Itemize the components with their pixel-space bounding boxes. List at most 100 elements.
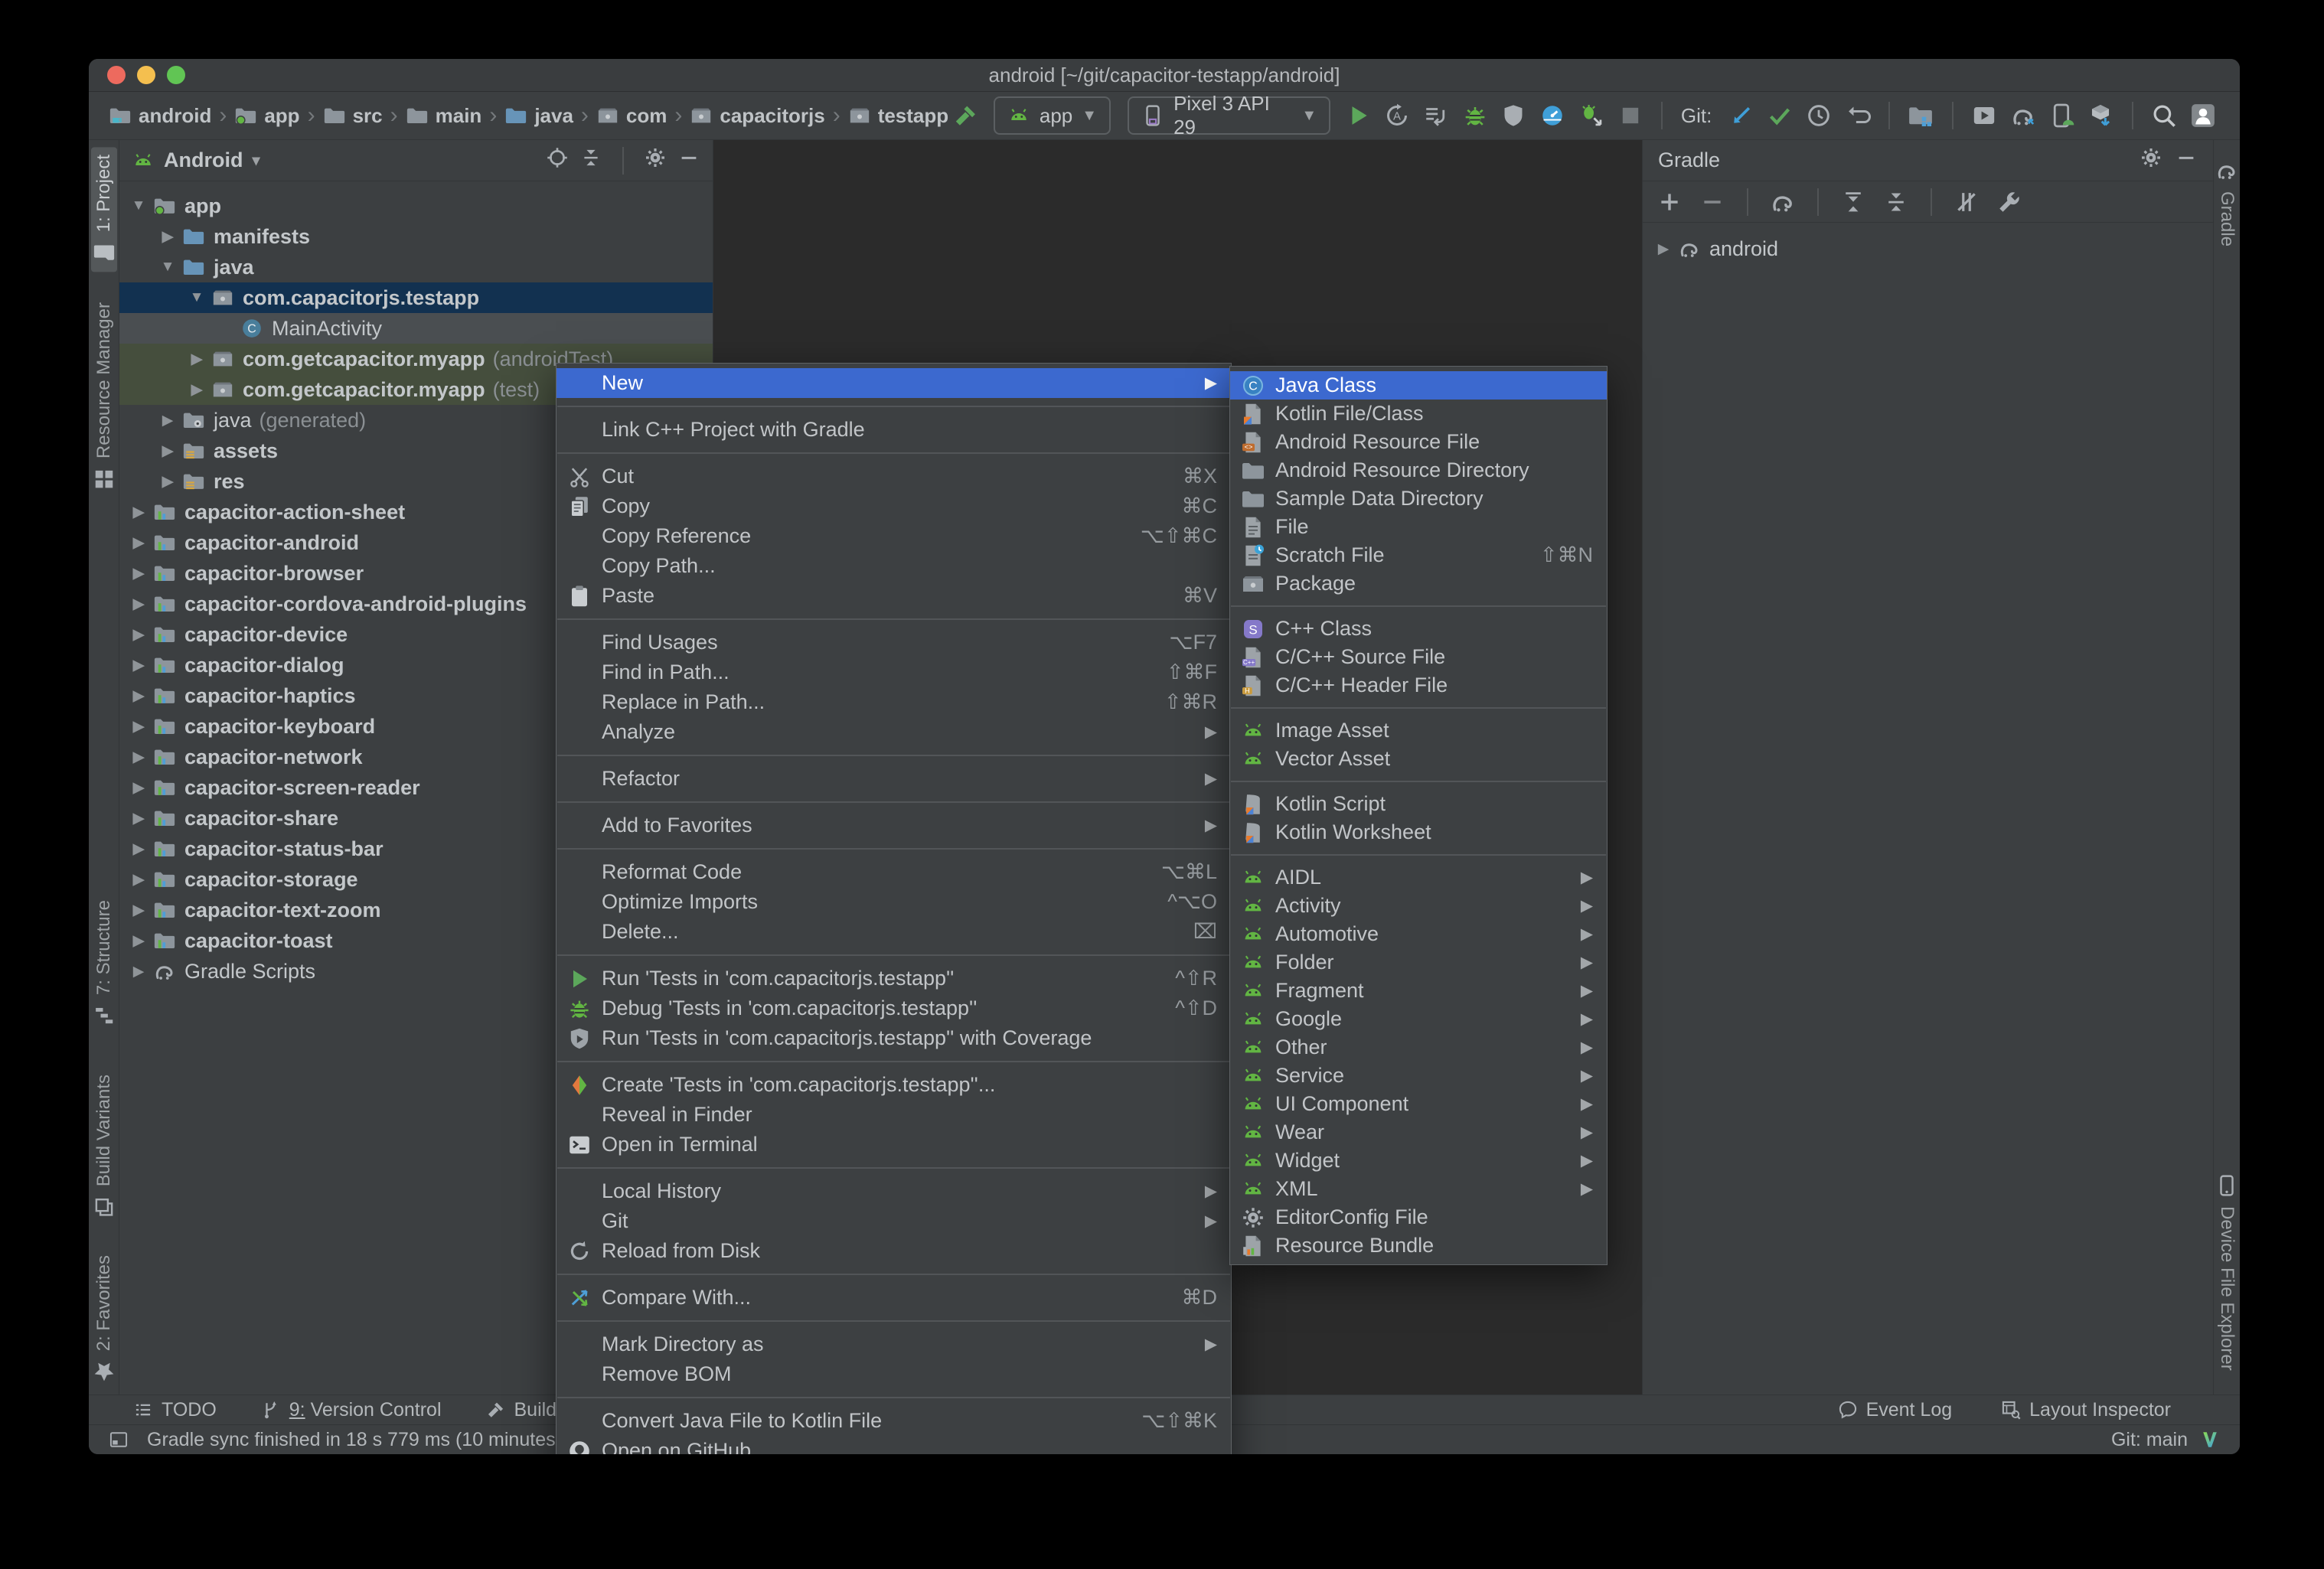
device-select[interactable]: Pixel 3 API 29 ▼ bbox=[1128, 92, 1331, 139]
panel-minimize-button[interactable] bbox=[677, 146, 700, 175]
gradle-minimize-button[interactable] bbox=[2175, 146, 2198, 175]
new-submenu-item-other[interactable]: Other ▶ bbox=[1230, 1033, 1607, 1062]
collapsed-arrow-icon[interactable]: ▶ bbox=[182, 381, 211, 399]
expanded-arrow-icon[interactable]: ▼ bbox=[124, 197, 153, 214]
context-menu-item-git[interactable]: Git ▶ bbox=[557, 1206, 1231, 1236]
tree-item-app[interactable]: ▼ app bbox=[119, 191, 713, 221]
gradle-gear-button[interactable] bbox=[2140, 146, 2162, 175]
new-submenu-item-sample-data-directory[interactable]: Sample Data Directory bbox=[1230, 484, 1607, 513]
tree-item-java[interactable]: ▼ java bbox=[119, 252, 713, 282]
title-bar[interactable]: android [~/git/capacitor-testapp/android… bbox=[89, 59, 2240, 92]
context-menu-item-find-usages[interactable]: Find Usages ⌥F7 bbox=[557, 628, 1231, 657]
new-submenu-item-image-asset[interactable]: Image Asset bbox=[1230, 716, 1607, 745]
context-menu-item-add-to-favorites[interactable]: Add to Favorites ▶ bbox=[557, 811, 1231, 840]
collapsed-arrow-icon[interactable]: ▶ bbox=[124, 840, 153, 858]
breadcrumb-item-testapp[interactable]: testapp bbox=[848, 104, 948, 128]
context-menu-item-remove-bom[interactable]: Remove BOM bbox=[557, 1359, 1231, 1389]
toolwindow-button-todo[interactable]: TODO bbox=[133, 1399, 217, 1421]
sdk-manager-button[interactable] bbox=[2084, 98, 2118, 133]
tree-item-manifests[interactable]: ▶ manifests bbox=[119, 221, 713, 252]
context-menu-item-optimize-imports[interactable]: Optimize Imports ^⌥O bbox=[557, 887, 1231, 917]
collapsed-arrow-icon[interactable]: ▶ bbox=[153, 228, 182, 246]
breadcrumb-item-java[interactable]: java bbox=[504, 104, 573, 128]
collapsed-arrow-icon[interactable]: ▶ bbox=[124, 534, 153, 552]
collapsed-arrow-icon[interactable]: ▶ bbox=[124, 749, 153, 766]
new-submenu-item-activity[interactable]: Activity ▶ bbox=[1230, 892, 1607, 920]
context-menu-item-paste[interactable]: Paste ⌘V bbox=[557, 581, 1231, 611]
new-submenu-item-android-resource-directory[interactable]: Android Resource Directory bbox=[1230, 456, 1607, 484]
new-submenu-item-android-resource-file[interactable]: <> Android Resource File bbox=[1230, 428, 1607, 456]
new-submenu-item-kotlin-worksheet[interactable]: Kotlin Worksheet bbox=[1230, 818, 1607, 846]
run-button[interactable] bbox=[1341, 98, 1376, 133]
context-menu-item-refactor[interactable]: Refactor ▶ bbox=[557, 764, 1231, 794]
new-submenu-item-widget[interactable]: Widget ▶ bbox=[1230, 1147, 1607, 1175]
context-menu-item-delete[interactable]: Delete... ⌧ bbox=[557, 917, 1231, 947]
collapsed-arrow-icon[interactable]: ▶ bbox=[124, 657, 153, 674]
context-menu-item-run-tests-in-com-capacitorjs-testapp[interactable]: Run 'Tests in 'com.capacitorjs.testapp''… bbox=[557, 964, 1231, 993]
new-submenu-item-folder[interactable]: Folder ▶ bbox=[1230, 948, 1607, 977]
context-menu-item-create-tests-in-com-capacitorjs-testapp[interactable]: Create 'Tests in 'com.capacitorjs.testap… bbox=[557, 1070, 1231, 1100]
collapsed-arrow-icon[interactable]: ▶ bbox=[153, 442, 182, 460]
new-submenu-item-file[interactable]: File bbox=[1230, 513, 1607, 541]
rollback-button[interactable] bbox=[1840, 98, 1875, 133]
toolwindow-button-build[interactable]: Build bbox=[486, 1399, 557, 1421]
collapsed-arrow-icon[interactable]: ▶ bbox=[153, 412, 182, 429]
device-manager-button[interactable] bbox=[2045, 98, 2079, 133]
context-menu-item-copy-reference[interactable]: Copy Reference ⌥⇧⌘C bbox=[557, 521, 1231, 551]
context-menu-item-convert-java-file-to-kotlin-file[interactable]: Convert Java File to Kotlin File ⌥⇧⌘K bbox=[557, 1406, 1231, 1436]
sidebar-tab-device-file-explorer[interactable]: Device File Explorer bbox=[2214, 1166, 2240, 1378]
collapsed-arrow-icon[interactable]: ▶ bbox=[124, 932, 153, 950]
panel-collapse-all-button[interactable] bbox=[579, 146, 602, 175]
panel-locate-button[interactable] bbox=[546, 146, 569, 175]
new-submenu-item-ui-component[interactable]: UI Component ▶ bbox=[1230, 1090, 1607, 1118]
new-submenu-item-c-c-source-file[interactable]: C++ C/C++ Source File bbox=[1230, 643, 1607, 671]
gradle-offline-button[interactable] bbox=[1949, 184, 1984, 220]
context-menu-item-run-tests-in-com-capacitorjs-testapp-wit[interactable]: Run 'Tests in 'com.capacitorjs.testapp''… bbox=[557, 1023, 1231, 1053]
profile-app-button[interactable] bbox=[1497, 98, 1531, 133]
gradle-expand-all-button[interactable] bbox=[1836, 184, 1871, 220]
new-submenu-item-editorconfig-file[interactable]: EditorConfig File bbox=[1230, 1203, 1607, 1231]
collapsed-arrow-icon[interactable]: ▶ bbox=[124, 718, 153, 736]
context-menu-item-analyze[interactable]: Analyze ▶ bbox=[557, 717, 1231, 747]
context-menu-item-new[interactable]: New ▶ bbox=[557, 368, 1231, 398]
sidebar-tab-build-variants[interactable]: Build Variants bbox=[91, 1067, 117, 1226]
context-menu-item-reformat-code[interactable]: Reformat Code ⌥⌘L bbox=[557, 857, 1231, 887]
new-submenu-item-fragment[interactable]: Fragment ▶ bbox=[1230, 977, 1607, 1005]
run-configuration-select[interactable]: app ▼ bbox=[993, 96, 1111, 135]
new-submenu-item-kotlin-script[interactable]: Kotlin Script bbox=[1230, 790, 1607, 818]
new-submenu-item-aidl[interactable]: AIDL ▶ bbox=[1230, 863, 1607, 892]
avd-manager-button[interactable] bbox=[1967, 98, 2002, 133]
breadcrumb-item-android[interactable]: android bbox=[109, 104, 211, 128]
sidebar-tab-1-project[interactable]: 1: Project bbox=[90, 147, 117, 272]
collapsed-arrow-icon[interactable]: ▶ bbox=[124, 504, 153, 521]
git-commit-button[interactable] bbox=[1763, 98, 1797, 133]
context-menu-item-mark-directory-as[interactable]: Mark Directory as ▶ bbox=[557, 1329, 1231, 1359]
project-view-mode[interactable]: Android bbox=[164, 148, 243, 172]
context-menu-item-reload-from-disk[interactable]: Reload from Disk bbox=[557, 1236, 1231, 1266]
context-menu-item-find-in-path[interactable]: Find in Path... ⇧⌘F bbox=[557, 657, 1231, 687]
gradle-sync-button[interactable] bbox=[2006, 98, 2041, 133]
gradle-wrench-button[interactable] bbox=[1992, 184, 2027, 220]
collapsed-arrow-icon[interactable]: ▶ bbox=[1649, 240, 1678, 258]
breadcrumb-item-src[interactable]: src bbox=[323, 104, 383, 128]
zoom-window-button[interactable] bbox=[167, 66, 185, 84]
close-window-button[interactable] bbox=[107, 66, 126, 84]
new-submenu-item-java-class[interactable]: C Java Class bbox=[1230, 371, 1607, 400]
collapsed-arrow-icon[interactable]: ▶ bbox=[124, 902, 153, 919]
collapsed-arrow-icon[interactable]: ▶ bbox=[153, 473, 182, 491]
project-structure-button[interactable] bbox=[1904, 98, 1938, 133]
context-menu-item-open-in-terminal[interactable]: Open in Terminal bbox=[557, 1130, 1231, 1160]
gradle-plus-button[interactable] bbox=[1652, 184, 1687, 220]
breadcrumb-item-capacitorjs[interactable]: capacitorjs bbox=[690, 104, 825, 128]
collapsed-arrow-icon[interactable]: ▶ bbox=[124, 779, 153, 797]
git-branch-label[interactable]: Git: main bbox=[2111, 1429, 2188, 1451]
context-menu-item-copy[interactable]: Copy ⌘C bbox=[557, 491, 1231, 521]
search-button[interactable] bbox=[2147, 98, 2182, 133]
toolwindow-button-layout-inspector[interactable]: Layout Inspector bbox=[2001, 1399, 2171, 1421]
context-menu-item-open-on-github[interactable]: Open on GitHub bbox=[557, 1436, 1231, 1454]
gradle-collapse-all-button[interactable] bbox=[1878, 184, 1914, 220]
context-menu-item-replace-in-path[interactable]: Replace in Path... ⇧⌘R bbox=[557, 687, 1231, 717]
context-menu-item-compare-with[interactable]: Compare With... ⌘D bbox=[557, 1283, 1231, 1313]
toolwindow-button-9-version-control[interactable]: 9: Version Control bbox=[261, 1399, 442, 1421]
attach-debugger-button[interactable] bbox=[1574, 98, 1608, 133]
